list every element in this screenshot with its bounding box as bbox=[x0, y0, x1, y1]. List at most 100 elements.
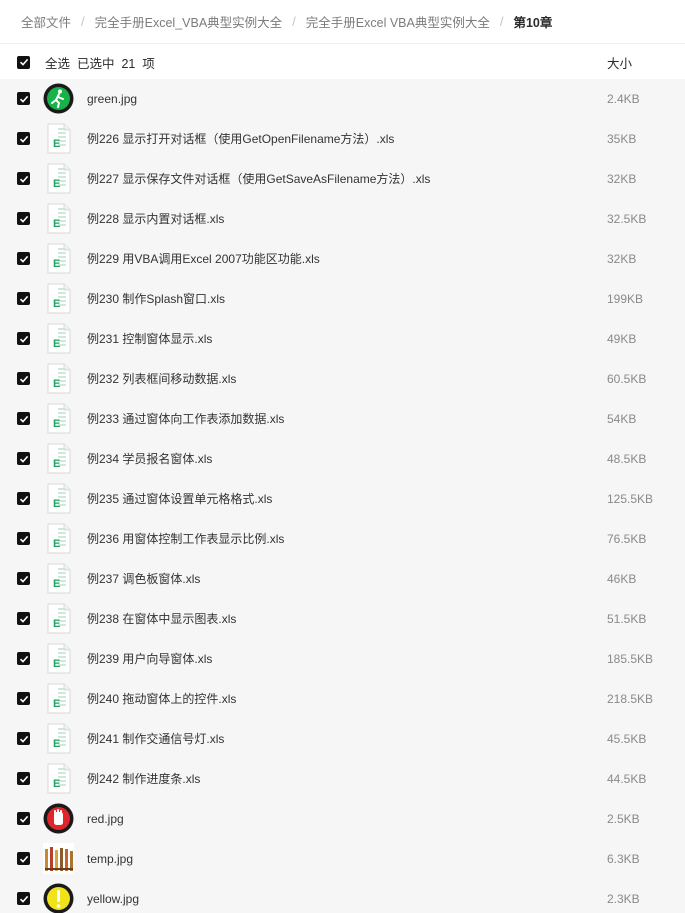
file-checkbox[interactable] bbox=[17, 372, 30, 385]
file-row[interactable]: E 例231 控制窗体显示.xls 49KB bbox=[0, 319, 685, 359]
file-checkbox[interactable] bbox=[17, 572, 30, 585]
excel-file-icon: E bbox=[43, 243, 74, 274]
breadcrumb-separator: / bbox=[499, 14, 504, 29]
file-row[interactable]: yellow.jpg 2.3KB bbox=[0, 879, 685, 913]
breadcrumb-item-folder-2[interactable]: 完全手册Excel VBA典型实例大全 bbox=[306, 12, 490, 31]
excel-file-icon: E bbox=[43, 363, 74, 394]
file-row[interactable]: E 例235 通过窗体设置单元格格式.xls 125.5KB bbox=[0, 479, 685, 519]
svg-text:E: E bbox=[53, 498, 60, 510]
excel-file-icon: E bbox=[43, 123, 74, 154]
file-name[interactable]: red.jpg bbox=[87, 799, 124, 839]
file-name[interactable]: 例240 拖动窗体上的控件.xls bbox=[87, 679, 236, 719]
file-name[interactable]: 例238 在窗体中显示图表.xls bbox=[87, 599, 236, 639]
file-row[interactable]: E 例237 调色板窗体.xls 46KB bbox=[0, 559, 685, 599]
check-icon bbox=[19, 895, 28, 903]
file-name[interactable]: 例241 制作交通信号灯.xls bbox=[87, 719, 224, 759]
file-name[interactable]: 例227 显示保存文件对话框（使用GetSaveAsFilename方法）.xl… bbox=[87, 159, 430, 199]
svg-text:E: E bbox=[53, 418, 60, 430]
file-row[interactable]: green.jpg 2.4KB bbox=[0, 79, 685, 119]
file-size: 60.5KB bbox=[607, 372, 647, 386]
file-row[interactable]: E 例242 制作进度条.xls 44.5KB bbox=[0, 759, 685, 799]
file-checkbox[interactable] bbox=[17, 492, 30, 505]
file-checkbox[interactable] bbox=[17, 132, 30, 145]
file-row[interactable]: E 例233 通过窗体向工作表添加数据.xls 54KB bbox=[0, 399, 685, 439]
file-name[interactable]: 例235 通过窗体设置单元格格式.xls bbox=[87, 479, 272, 519]
file-name[interactable]: green.jpg bbox=[87, 79, 137, 119]
svg-text:E: E bbox=[53, 218, 60, 230]
file-row[interactable]: E 例238 在窗体中显示图表.xls 51.5KB bbox=[0, 599, 685, 639]
file-row[interactable]: E 例236 用窗体控制工作表显示比例.xls 76.5KB bbox=[0, 519, 685, 559]
file-row[interactable]: E 例240 拖动窗体上的控件.xls 218.5KB bbox=[0, 679, 685, 719]
file-name[interactable]: 例242 制作进度条.xls bbox=[87, 759, 200, 799]
file-checkbox[interactable] bbox=[17, 692, 30, 705]
file-checkbox[interactable] bbox=[17, 852, 30, 865]
file-name[interactable]: 例237 调色板窗体.xls bbox=[87, 559, 200, 599]
file-checkbox[interactable] bbox=[17, 652, 30, 665]
check-icon bbox=[19, 575, 28, 583]
excel-file-icon: E bbox=[43, 163, 74, 194]
file-row[interactable]: E 例228 显示内置对话框.xls 32.5KB bbox=[0, 199, 685, 239]
file-row[interactable]: E 例230 制作Splash窗口.xls 199KB bbox=[0, 279, 685, 319]
file-name[interactable]: 例229 用VBA调用Excel 2007功能区功能.xls bbox=[87, 239, 320, 279]
breadcrumb-item-all-files[interactable]: 全部文件 bbox=[21, 12, 71, 31]
check-icon bbox=[19, 295, 28, 303]
select-all-label[interactable]: 全选 bbox=[45, 57, 70, 71]
excel-file-icon: E bbox=[43, 443, 74, 474]
file-name[interactable]: 例230 制作Splash窗口.xls bbox=[87, 279, 225, 319]
file-name[interactable]: 例226 显示打开对话框（使用GetOpenFilename方法）.xls bbox=[87, 119, 394, 159]
file-checkbox[interactable] bbox=[17, 172, 30, 185]
file-row[interactable]: red.jpg 2.5KB bbox=[0, 799, 685, 839]
file-size: 51.5KB bbox=[607, 612, 647, 626]
file-row[interactable]: E 例241 制作交通信号灯.xls 45.5KB bbox=[0, 719, 685, 759]
file-checkbox[interactable] bbox=[17, 292, 30, 305]
file-row[interactable]: E 例227 显示保存文件对话框（使用GetSaveAsFilename方法）.x… bbox=[0, 159, 685, 199]
file-row[interactable]: E 例239 用户向导窗体.xls 185.5KB bbox=[0, 639, 685, 679]
file-checkbox[interactable] bbox=[17, 412, 30, 425]
file-name[interactable]: 例232 列表框间移动数据.xls bbox=[87, 359, 236, 399]
file-row[interactable]: temp.jpg 6.3KB bbox=[0, 839, 685, 879]
breadcrumb-separator: / bbox=[81, 14, 85, 29]
excel-file-icon: E bbox=[43, 723, 74, 754]
file-name[interactable]: 例236 用窗体控制工作表显示比例.xls bbox=[87, 519, 284, 559]
file-checkbox[interactable] bbox=[17, 772, 30, 785]
breadcrumb-separator: / bbox=[292, 14, 296, 29]
file-name[interactable]: 例233 通过窗体向工作表添加数据.xls bbox=[87, 399, 284, 439]
check-icon bbox=[19, 735, 28, 743]
size-column-header[interactable]: 大小 bbox=[607, 53, 632, 72]
file-name[interactable]: temp.jpg bbox=[87, 839, 133, 879]
file-row[interactable]: E 例226 显示打开对话框（使用GetOpenFilename方法）.xls 35… bbox=[0, 119, 685, 159]
file-row[interactable]: E 例232 列表框间移动数据.xls 60.5KB bbox=[0, 359, 685, 399]
excel-file-icon: E bbox=[43, 323, 74, 354]
svg-text:E: E bbox=[53, 378, 60, 390]
svg-text:E: E bbox=[53, 458, 60, 470]
svg-text:E: E bbox=[53, 618, 60, 630]
file-name[interactable]: 例234 学员报名窗体.xls bbox=[87, 439, 212, 479]
file-checkbox[interactable] bbox=[17, 212, 30, 225]
file-size: 76.5KB bbox=[607, 532, 647, 546]
file-name[interactable]: 例231 控制窗体显示.xls bbox=[87, 319, 212, 359]
file-row[interactable]: E 例234 学员报名窗体.xls 48.5KB bbox=[0, 439, 685, 479]
file-checkbox[interactable] bbox=[17, 92, 30, 105]
svg-text:E: E bbox=[53, 738, 60, 750]
file-checkbox[interactable] bbox=[17, 332, 30, 345]
file-checkbox[interactable] bbox=[17, 892, 30, 905]
svg-text:E: E bbox=[53, 698, 60, 710]
file-size: 125.5KB bbox=[607, 492, 654, 506]
file-checkbox[interactable] bbox=[17, 252, 30, 265]
file-checkbox[interactable] bbox=[17, 612, 30, 625]
file-checkbox[interactable] bbox=[17, 452, 30, 465]
breadcrumb-item-current: 第10章 bbox=[513, 16, 553, 30]
file-checkbox[interactable] bbox=[17, 732, 30, 745]
file-name[interactable]: 例239 用户向导窗体.xls bbox=[87, 639, 212, 679]
file-row[interactable]: E 例229 用VBA调用Excel 2007功能区功能.xls 32KB bbox=[0, 239, 685, 279]
file-size: 185.5KB bbox=[607, 652, 654, 666]
file-name[interactable]: 例228 显示内置对话框.xls bbox=[87, 199, 224, 239]
file-size: 46KB bbox=[607, 572, 637, 586]
yellow-light-icon bbox=[43, 883, 74, 913]
file-checkbox[interactable] bbox=[17, 812, 30, 825]
select-all-checkbox[interactable] bbox=[17, 55, 30, 69]
check-icon bbox=[19, 455, 28, 463]
file-name[interactable]: yellow.jpg bbox=[87, 879, 139, 913]
file-checkbox[interactable] bbox=[17, 532, 30, 545]
breadcrumb-item-folder-1[interactable]: 完全手册Excel_VBA典型实例大全 bbox=[95, 12, 283, 31]
